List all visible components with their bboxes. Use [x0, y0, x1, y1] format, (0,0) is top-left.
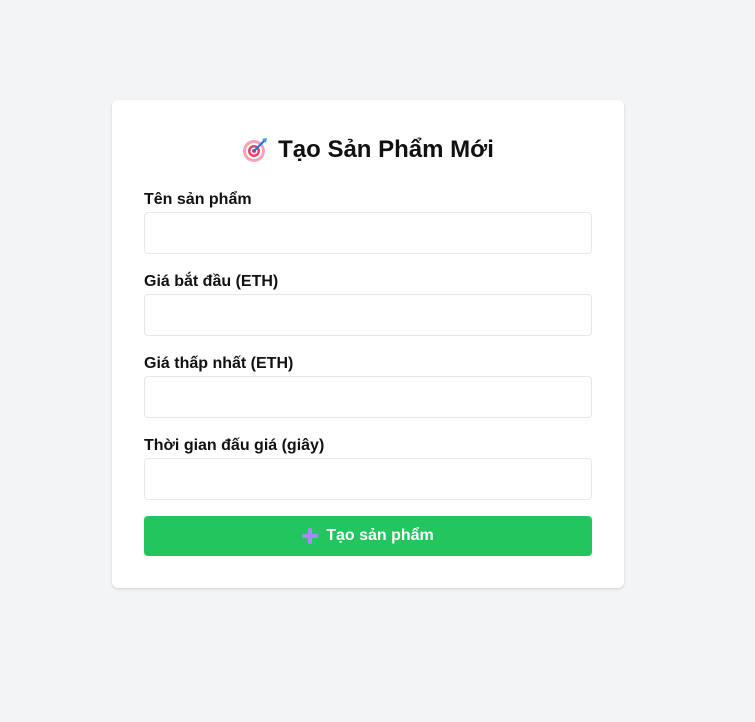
create-product-card: Tạo Sản Phẩm Mới Tên sản phẩm Giá bắt đầ…	[112, 100, 624, 588]
min-price-input[interactable]	[144, 376, 592, 418]
product-name-input[interactable]	[144, 212, 592, 254]
create-product-button[interactable]: Tạo sản phẩm	[144, 516, 592, 556]
plus-icon	[302, 528, 319, 544]
product-name-label: Tên sản phẩm	[144, 191, 252, 208]
auction-duration-input[interactable]	[144, 458, 592, 500]
page-title: Tạo Sản Phẩm Mới	[112, 134, 624, 166]
target-icon	[242, 137, 268, 163]
start-price-label: Giá bắt đầu (ETH)	[144, 273, 279, 290]
min-price-label: Giá thấp nhất (ETH)	[144, 355, 294, 372]
auction-duration-label: Thời gian đấu giá (giây)	[144, 437, 325, 454]
create-product-button-label: Tạo sản phẩm	[326, 527, 434, 544]
start-price-input[interactable]	[144, 294, 592, 336]
page-title-text: Tạo Sản Phẩm Mới	[278, 136, 494, 163]
